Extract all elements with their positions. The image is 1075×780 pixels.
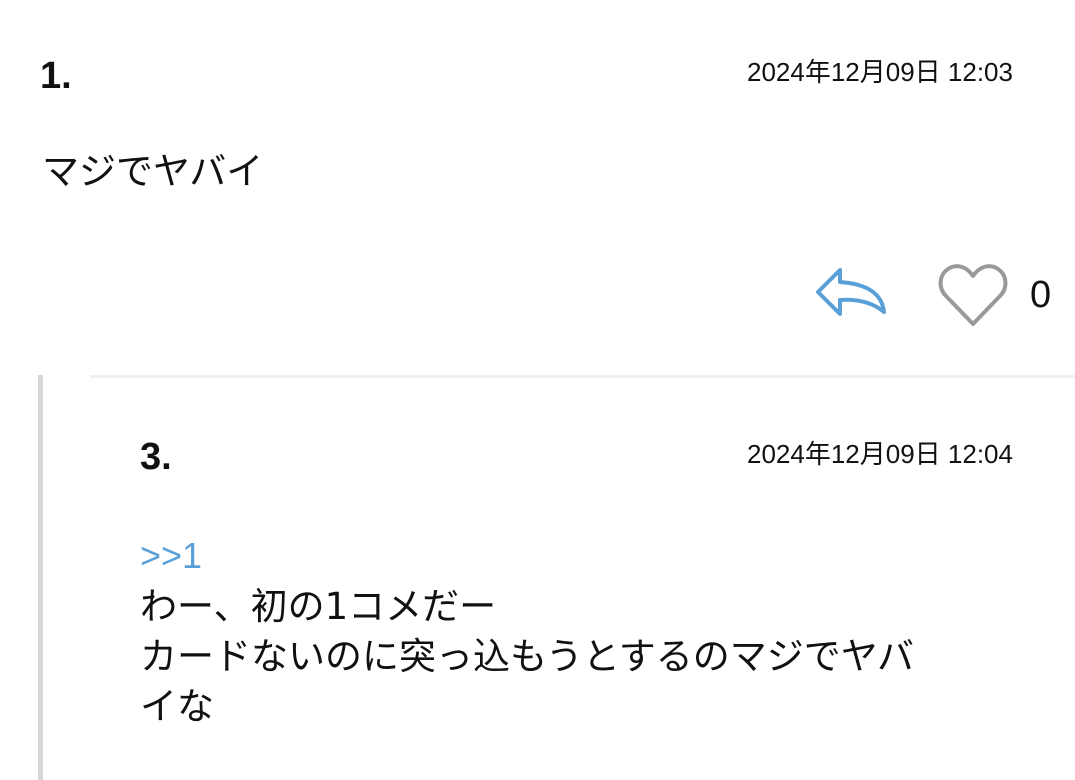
comment-date: 2024年12月09日 12:04 <box>747 439 1013 469</box>
reply-anchor-link[interactable]: >>1 <box>140 538 202 574</box>
comment-body: わー、初の1コメだー カードないのに突っ込もうとするのマジでヤバ イな <box>140 585 915 728</box>
comment-number: 3. <box>140 436 172 478</box>
comment-3: 3. 2024年12月09日 12:04 >>1 わー、初の1コメだー カードな… <box>0 0 1075 780</box>
